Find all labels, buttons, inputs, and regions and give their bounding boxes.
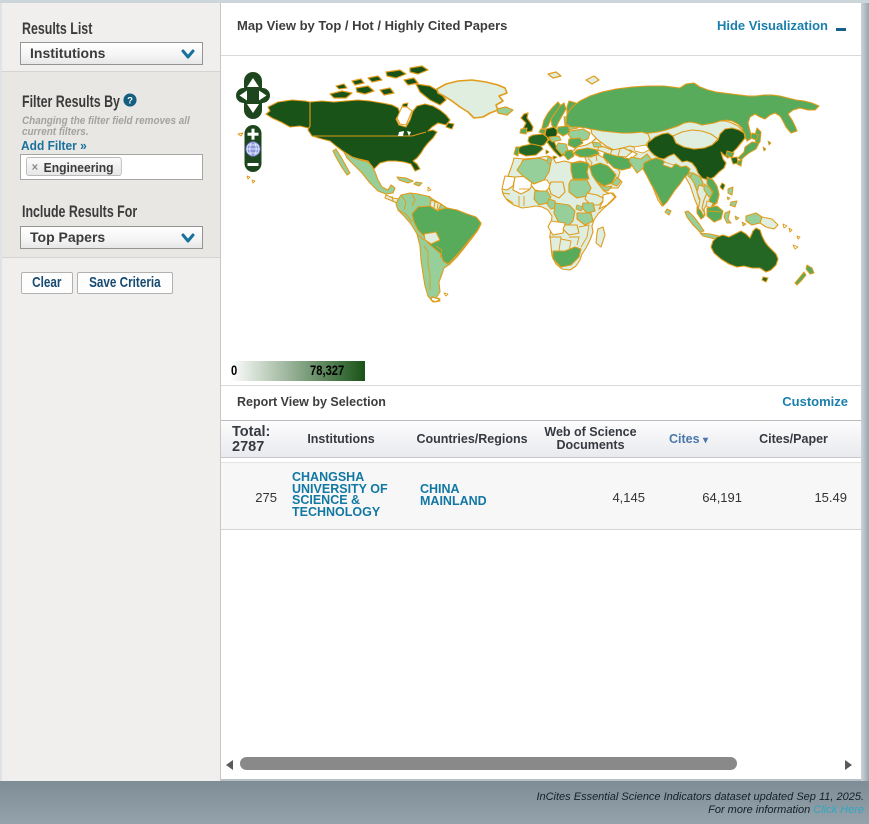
svg-text:?: ? (127, 96, 133, 107)
